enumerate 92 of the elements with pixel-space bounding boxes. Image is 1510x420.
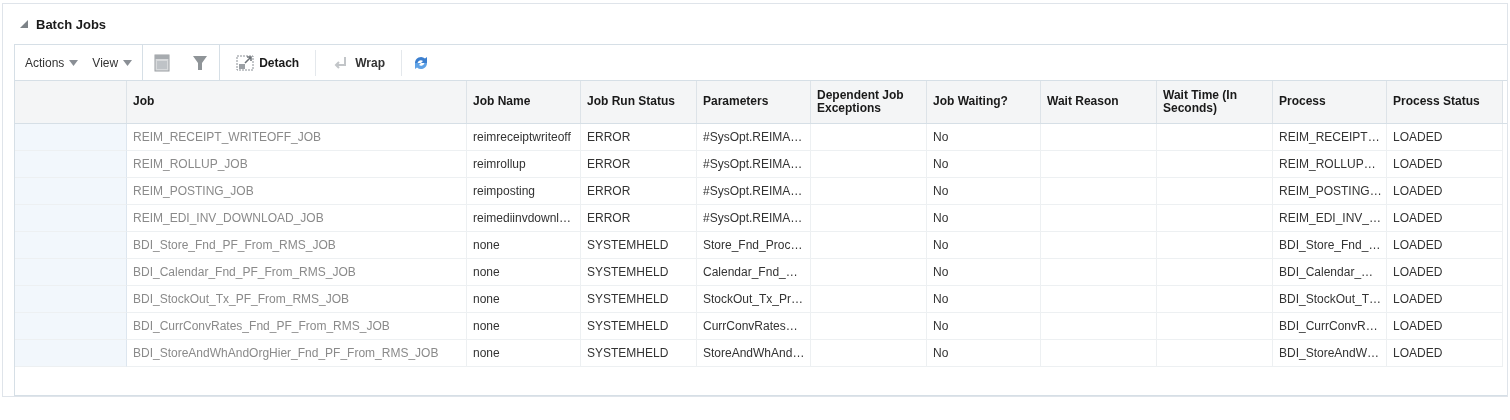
table-cell: #SysOpt.REIMA… bbox=[697, 178, 811, 205]
table-cell: No bbox=[927, 178, 1041, 205]
table-cell: ERROR bbox=[581, 124, 697, 151]
column-header[interactable]: Wait Time (In Seconds) bbox=[1157, 81, 1273, 123]
table-cell: No bbox=[927, 232, 1041, 259]
table-cell: REIM_EDI_INV_DOWNLOAD_JOB bbox=[127, 205, 467, 232]
table-cell: BDI_Store_Fnd_PF_From_RMS_JOB bbox=[127, 232, 467, 259]
table-cell: REIM_EDI_INV_… bbox=[1273, 205, 1387, 232]
table-cell: SYSTEMHELD bbox=[581, 259, 697, 286]
table-cell: SYSTEMHELD bbox=[581, 286, 697, 313]
table-cell: No bbox=[927, 313, 1041, 340]
table-cell: #SysOpt.REIMA… bbox=[697, 205, 811, 232]
column-header[interactable]: Job Run Status bbox=[581, 81, 697, 123]
table-cell: BDI_StoreAndWhAndOrgHier_Fnd_PF_From_RMS_JOB bbox=[127, 340, 467, 367]
table-cell: LOADED bbox=[1387, 151, 1503, 178]
table-cell: LOADED bbox=[1387, 313, 1503, 340]
table-cell: No bbox=[927, 259, 1041, 286]
column-header[interactable]: Wait Reason bbox=[1041, 81, 1157, 123]
table-cell: LOADED bbox=[1387, 124, 1503, 151]
table-cell: LOADED bbox=[1387, 205, 1503, 232]
table-cell: No bbox=[927, 340, 1041, 367]
table-cell: BDI_Store_Fnd_… bbox=[1273, 232, 1387, 259]
row-selector[interactable] bbox=[15, 313, 127, 340]
column-header[interactable]: Dependent Job Exceptions bbox=[811, 81, 927, 123]
table-cell: BDI_Calendar_… bbox=[1273, 259, 1387, 286]
column-header[interactable]: Process bbox=[1273, 81, 1387, 123]
table-cell: REIM_ROLLUP… bbox=[1273, 151, 1387, 178]
table-cell: LOADED bbox=[1387, 286, 1503, 313]
table-cell: REIM_POSTING… bbox=[1273, 178, 1387, 205]
table-cell: reimreceiptwriteoff bbox=[467, 124, 581, 151]
table-cell: SYSTEMHELD bbox=[581, 313, 697, 340]
table-cell: Calendar_Fnd_… bbox=[697, 259, 811, 286]
table-cell: No bbox=[927, 151, 1041, 178]
detach-icon bbox=[236, 53, 255, 72]
row-selector[interactable] bbox=[15, 124, 127, 151]
table-cell: LOADED bbox=[1387, 232, 1503, 259]
disclosure-triangle-icon[interactable] bbox=[20, 20, 28, 28]
table-cell: #SysOpt.REIMA… bbox=[697, 151, 811, 178]
table-cell: StoreAndWhAnd… bbox=[697, 340, 811, 367]
table-cell: BDI_StockOut_T… bbox=[1273, 286, 1387, 313]
table-cell: No bbox=[927, 124, 1041, 151]
table-cell: LOADED bbox=[1387, 259, 1503, 286]
filter-icon[interactable] bbox=[191, 53, 210, 72]
table-cell: none bbox=[467, 313, 581, 340]
menu-button[interactable]: Actions bbox=[25, 55, 79, 70]
table-cell: none bbox=[467, 259, 581, 286]
table-cell: ERROR bbox=[581, 178, 697, 205]
table-cell: BDI_CurrConvRates_Fnd_PF_From_RMS_JOB bbox=[127, 313, 467, 340]
table-cell: StockOut_Tx_Pr… bbox=[697, 286, 811, 313]
table-cell: REIM_ROLLUP_JOB bbox=[127, 151, 467, 178]
table-cell: reimrollup bbox=[467, 151, 581, 178]
table-cell: BDI_StockOut_Tx_PF_From_RMS_JOB bbox=[127, 286, 467, 313]
table-cell: REIM_RECEIPT… bbox=[1273, 124, 1387, 151]
table-cell: SYSTEMHELD bbox=[581, 340, 697, 367]
row-selector[interactable] bbox=[15, 286, 127, 313]
table-cell: No bbox=[927, 286, 1041, 313]
table-cell: none bbox=[467, 340, 581, 367]
table-cell: LOADED bbox=[1387, 340, 1503, 367]
table-cell: Store_Fnd_Proc… bbox=[697, 232, 811, 259]
table-cell: CurrConvRates… bbox=[697, 313, 811, 340]
row-selector[interactable] bbox=[15, 259, 127, 286]
table-cell: ERROR bbox=[581, 151, 697, 178]
table-cell: LOADED bbox=[1387, 178, 1503, 205]
caret-icon bbox=[69, 59, 79, 66]
table-cell: ERROR bbox=[581, 205, 697, 232]
row-selector[interactable] bbox=[15, 340, 127, 367]
column-header[interactable]: Process Status bbox=[1387, 81, 1503, 123]
detach-button[interactable]: Detach bbox=[230, 53, 306, 72]
panel-title: Batch Jobs bbox=[36, 16, 107, 32]
table-cell: none bbox=[467, 232, 581, 259]
table-cell: SYSTEMHELD bbox=[581, 232, 697, 259]
column-header[interactable]: Job Name bbox=[467, 81, 581, 123]
column-header[interactable]: Job Waiting? bbox=[927, 81, 1041, 123]
row-selector[interactable] bbox=[15, 232, 127, 259]
menu-button[interactable]: View bbox=[92, 55, 133, 70]
table-cell: BDI_Calendar_Fnd_PF_From_RMS_JOB bbox=[127, 259, 467, 286]
table-cell: BDI_CurrConvR… bbox=[1273, 313, 1387, 340]
row-selector[interactable] bbox=[15, 205, 127, 232]
table-cell: REIM_RECEIPT_WRITEOFF_JOB bbox=[127, 124, 467, 151]
spreadsheet-icon[interactable] bbox=[153, 53, 172, 72]
table-cell: reimposting bbox=[467, 178, 581, 205]
table-cell: No bbox=[927, 205, 1041, 232]
column-header[interactable]: Parameters bbox=[697, 81, 811, 123]
table-cell: REIM_POSTING_JOB bbox=[127, 178, 467, 205]
table-cell: reimediinvdownl… bbox=[467, 205, 581, 232]
caret-icon bbox=[123, 59, 133, 66]
row-selector[interactable] bbox=[15, 178, 127, 205]
row-selector[interactable] bbox=[15, 151, 127, 178]
table-cell: #SysOpt.REIMA… bbox=[697, 124, 811, 151]
column-header[interactable]: Job bbox=[127, 81, 467, 123]
table-cell: BDI_StoreAndW… bbox=[1273, 340, 1387, 367]
table-cell: none bbox=[467, 286, 581, 313]
